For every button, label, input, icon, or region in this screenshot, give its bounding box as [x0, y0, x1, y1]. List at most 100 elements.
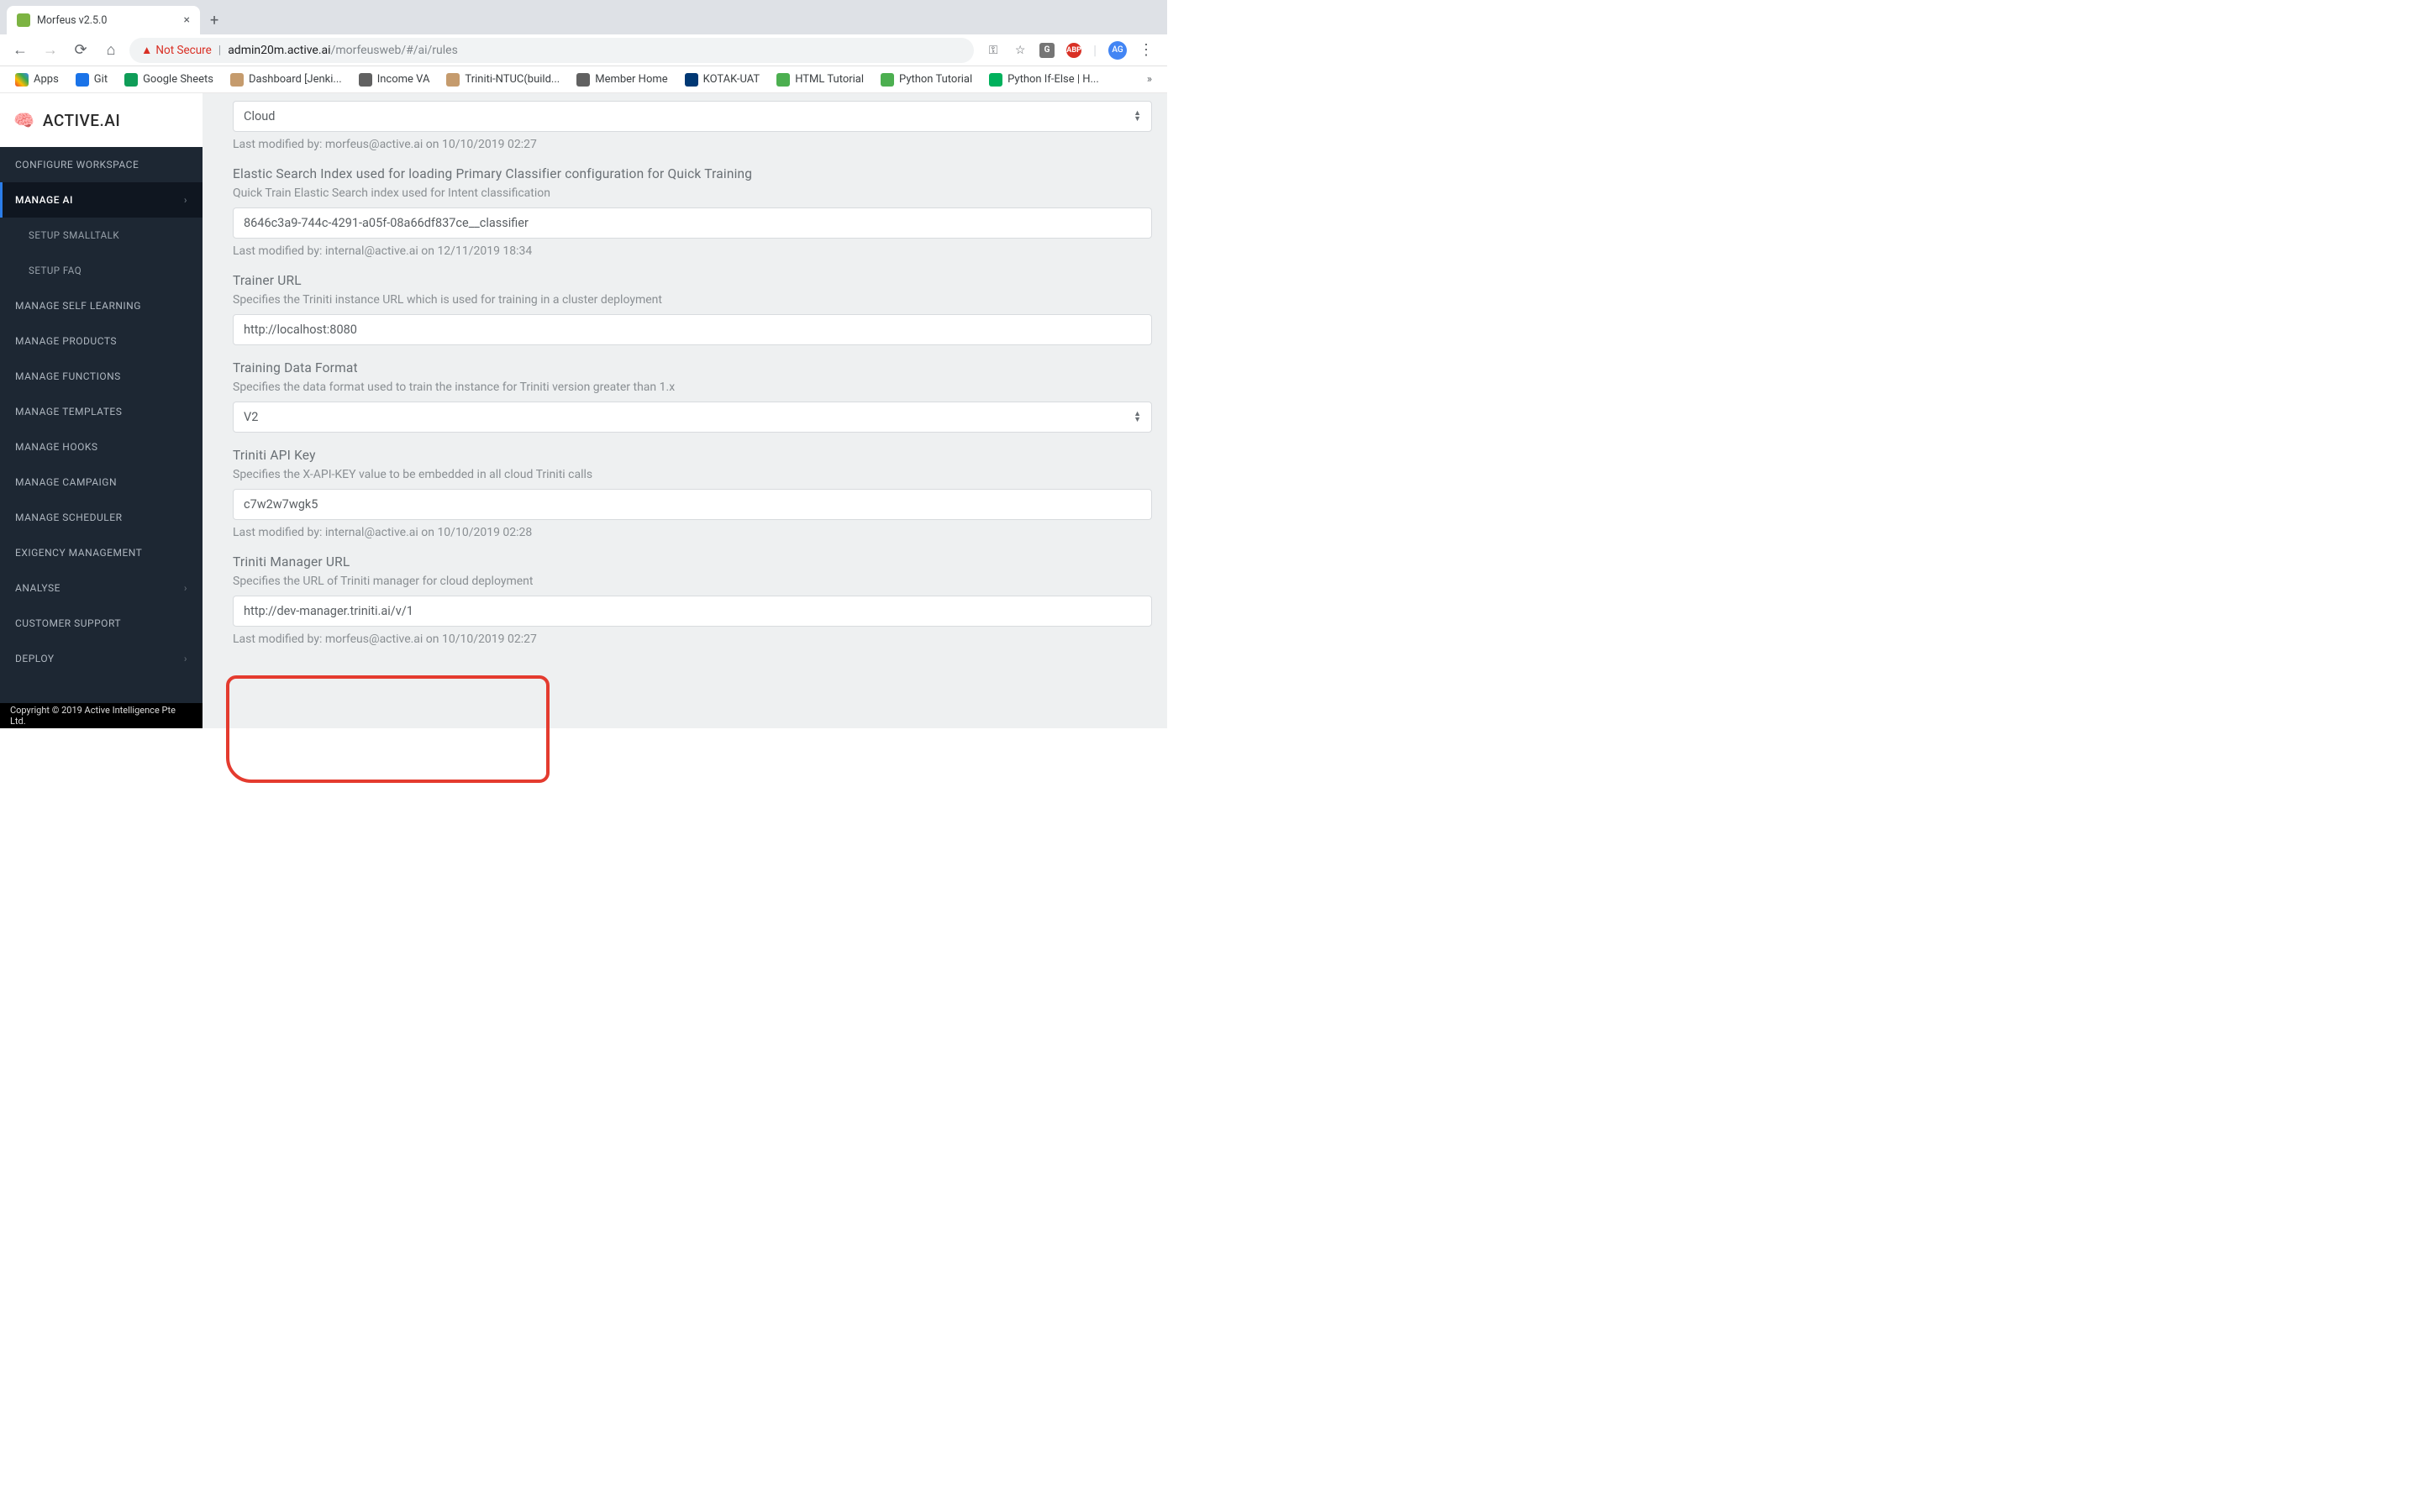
- forward-button[interactable]: →: [39, 41, 62, 59]
- sidebar-item-label: SETUP SMALLTALK: [29, 229, 119, 241]
- bookmarks-bar: Apps Git Google Sheets Dashboard [Jenki...…: [0, 66, 1167, 93]
- bookmark-item[interactable]: Dashboard [Jenki...: [224, 73, 349, 87]
- input-api-key[interactable]: c7w2w7wgk5: [233, 489, 1152, 520]
- address-bar[interactable]: ▲ Not Secure | admin20m.active.ai/morfeu…: [129, 38, 974, 63]
- favicon: [17, 13, 30, 27]
- sidebar-nav: CONFIGURE WORKSPACEMANAGE AI›SETUP SMALL…: [0, 147, 203, 728]
- bookmark-icon: [359, 73, 372, 87]
- footer: Copyright © 2019 Active Intelligence Pte…: [0, 703, 203, 728]
- bookmark-label: Python Tutorial: [899, 73, 972, 86]
- extension-abp-icon[interactable]: ABP: [1066, 43, 1081, 58]
- reload-button[interactable]: ⟳: [69, 41, 92, 59]
- bookmark-icon: [576, 73, 590, 87]
- bookmark-icon: [685, 73, 698, 87]
- sidebar-item[interactable]: MANAGE SELF LEARNING: [0, 288, 203, 323]
- sidebar-item-label: SETUP FAQ: [29, 265, 82, 276]
- modified-text: Last modified by: internal@active.ai on …: [233, 244, 1152, 258]
- field-manager-url: Triniti Manager URL Specifies the URL of…: [233, 554, 1152, 646]
- sidebar-item[interactable]: MANAGE CAMPAIGN: [0, 465, 203, 500]
- select-value: V2: [244, 410, 258, 424]
- bookmark-item[interactable]: Python If-Else | H...: [982, 73, 1106, 87]
- sidebar-item-label: MANAGE HOOKS: [15, 441, 98, 453]
- field-title: Triniti Manager URL: [233, 554, 1152, 570]
- security-warning: ▲ Not Secure: [141, 44, 212, 57]
- extension-g-icon[interactable]: G: [1039, 43, 1055, 58]
- bookmark-item[interactable]: Income VA: [352, 73, 437, 87]
- select-arrows-icon: ▲▼: [1134, 111, 1141, 123]
- sidebar-item-label: MANAGE CAMPAIGN: [15, 476, 117, 488]
- sidebar-subitem[interactable]: SETUP SMALLTALK: [0, 218, 203, 253]
- bookmark-label: Income VA: [377, 73, 430, 86]
- bookmark-label: Dashboard [Jenki...: [249, 73, 342, 86]
- bookmarks-overflow-icon[interactable]: »: [1140, 73, 1159, 86]
- security-label: Not Secure: [155, 44, 211, 57]
- chevron-right-icon: ›: [184, 582, 187, 594]
- field-desc: Specifies the X-API-KEY value to be embe…: [233, 468, 1152, 481]
- bookmark-label: Git: [94, 73, 108, 86]
- sidebar-item-label: ANALYSE: [15, 582, 60, 594]
- back-button[interactable]: ←: [8, 41, 32, 59]
- input-es-index[interactable]: 8646c3a9-744c-4291-a05f-08a66df837ce__cl…: [233, 207, 1152, 239]
- tab-title: Morfeus v2.5.0: [37, 14, 177, 27]
- brand-logo-icon: 🧠: [13, 110, 34, 130]
- input-trainer-url[interactable]: http://localhost:8080: [233, 314, 1152, 345]
- sidebar-item[interactable]: CONFIGURE WORKSPACE: [0, 147, 203, 182]
- bookmark-label: KOTAK-UAT: [703, 73, 760, 86]
- field-api-key: Triniti API Key Specifies the X-API-KEY …: [233, 448, 1152, 539]
- bookmark-item[interactable]: Member Home: [570, 73, 674, 87]
- bookmark-item[interactable]: Google Sheets: [118, 73, 220, 87]
- bookmark-icon: [446, 73, 460, 87]
- browser-tab[interactable]: Morfeus v2.5.0 ×: [7, 6, 200, 34]
- close-tab-icon[interactable]: ×: [184, 13, 190, 27]
- bookmark-item[interactable]: Git: [69, 73, 114, 87]
- sidebar-item-label: DEPLOY: [15, 653, 55, 664]
- key-icon[interactable]: ⚿: [986, 43, 1001, 58]
- sidebar-item[interactable]: MANAGE FUNCTIONS: [0, 359, 203, 394]
- bookmark-item[interactable]: Triniti-NTUC(build...: [439, 73, 566, 87]
- bookmark-label: Member Home: [595, 73, 667, 86]
- select-value: Cloud: [244, 109, 275, 123]
- sidebar-item[interactable]: ANALYSE ›: [0, 570, 203, 606]
- sidebar-item-label: MANAGE AI: [15, 194, 73, 206]
- brand[interactable]: 🧠 ACTIVE.AI: [0, 93, 203, 147]
- main-content[interactable]: Cloud ▲▼ Last modified by: morfeus@activ…: [203, 93, 1167, 728]
- sidebar-item[interactable]: DEPLOY›: [0, 641, 203, 676]
- sidebar-item[interactable]: EXIGENCY MANAGEMENT: [0, 535, 203, 570]
- bookmark-label: Triniti-NTUC(build...: [465, 73, 560, 86]
- bookmark-icon: [230, 73, 244, 87]
- sidebar-item[interactable]: MANAGE PRODUCTS: [0, 323, 203, 359]
- bookmark-icon: [989, 73, 1002, 87]
- field-desc: Specifies the Triniti instance URL which…: [233, 293, 1152, 307]
- input-manager-url[interactable]: http://dev-manager.triniti.ai/v/1: [233, 596, 1152, 627]
- bookmark-icon: [881, 73, 894, 87]
- bookmark-item[interactable]: HTML Tutorial: [770, 73, 871, 87]
- sidebar-item[interactable]: MANAGE HOOKS: [0, 429, 203, 465]
- sidebar-item[interactable]: MANAGE SCHEDULER: [0, 500, 203, 535]
- bookmark-icon: [76, 73, 89, 87]
- sidebar-item[interactable]: MANAGE TEMPLATES: [0, 394, 203, 429]
- sidebar-item-label: MANAGE SELF LEARNING: [15, 300, 141, 312]
- sidebar-item-label: CONFIGURE WORKSPACE: [15, 159, 139, 171]
- select-cloud[interactable]: Cloud ▲▼: [233, 101, 1152, 132]
- browser-menu-icon[interactable]: ⋮: [1139, 41, 1154, 59]
- bookmark-item[interactable]: KOTAK-UAT: [678, 73, 767, 87]
- field-title: Training Data Format: [233, 360, 1152, 375]
- brand-name: ACTIVE.AI: [43, 111, 120, 130]
- apps-button[interactable]: Apps: [8, 73, 66, 87]
- bookmark-item[interactable]: Python Tutorial: [874, 73, 979, 87]
- new-tab-button[interactable]: +: [200, 12, 229, 34]
- sidebar-item-label: MANAGE SCHEDULER: [15, 512, 122, 523]
- sidebar-item[interactable]: MANAGE AI›: [0, 182, 203, 218]
- profile-avatar[interactable]: AG: [1108, 41, 1127, 60]
- sidebar-item[interactable]: CUSTOMER SUPPORT: [0, 606, 203, 641]
- bookmark-star-icon[interactable]: ☆: [1013, 43, 1028, 58]
- select-training-format[interactable]: V2 ▲▼: [233, 402, 1152, 433]
- home-button[interactable]: ⌂: [99, 41, 123, 59]
- modified-text: Last modified by: morfeus@active.ai on 1…: [233, 138, 1152, 151]
- sidebar: 🧠 ACTIVE.AI CONFIGURE WORKSPACE MANAGE AI…: [0, 93, 203, 728]
- sidebar-item-label: EXIGENCY MANAGEMENT: [15, 547, 142, 559]
- sidebar-subitem[interactable]: SETUP FAQ: [0, 253, 203, 288]
- field-title: Trainer URL: [233, 273, 1152, 288]
- sidebar-item-label: MANAGE TEMPLATES: [15, 406, 122, 417]
- sidebar-item-label: MANAGE FUNCTIONS: [15, 370, 121, 382]
